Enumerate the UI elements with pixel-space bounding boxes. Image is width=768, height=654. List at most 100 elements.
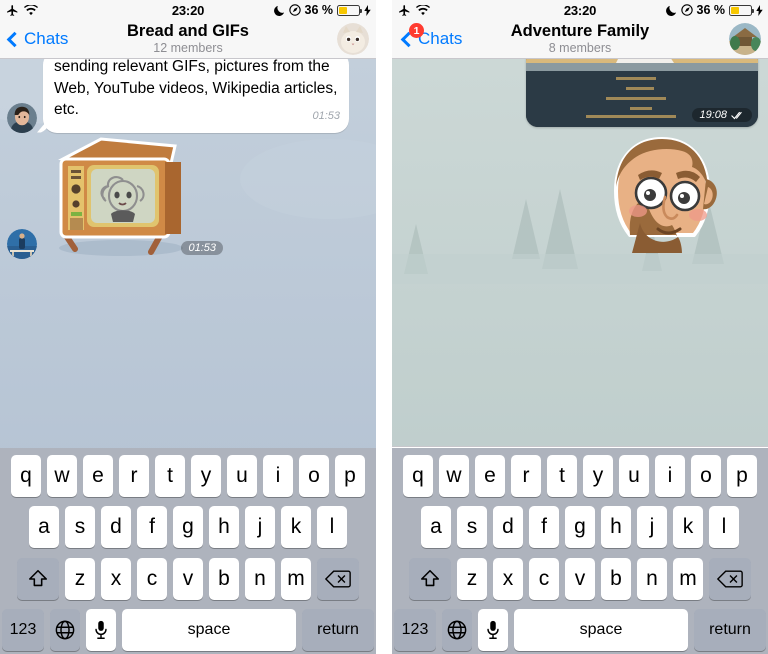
message-row-text: sending relevant GIFs, pictures from the… (7, 59, 349, 133)
keyboard-row-3: z x c v b n m (394, 557, 766, 600)
keyboard-row-1: q w e r t y u i o p (394, 455, 766, 497)
photo-time-label: 19:08 (699, 109, 727, 121)
key-t[interactable]: t (155, 455, 185, 497)
microphone-icon[interactable] (86, 608, 116, 651)
key-f[interactable]: f (529, 506, 559, 549)
key-q[interactable]: q (403, 455, 433, 497)
onscreen-keyboard-right[interactable]: q w e r t y u i o p a s d f g h j k l z … (392, 448, 768, 654)
key-o[interactable]: o (299, 455, 329, 497)
key-l[interactable]: l (317, 506, 347, 549)
key-p[interactable]: p (335, 455, 365, 497)
chat-avatar[interactable] (729, 23, 761, 55)
chat-avatar[interactable] (337, 23, 369, 55)
key-v[interactable]: v (173, 557, 203, 600)
key-u[interactable]: u (619, 455, 649, 497)
bearded-man-cartoon-sticker[interactable] (588, 131, 734, 253)
key-w[interactable]: w (47, 455, 77, 497)
space-key[interactable]: space (514, 608, 688, 651)
moon-icon (665, 4, 677, 16)
key-g[interactable]: g (565, 506, 595, 549)
backspace-key[interactable] (709, 557, 751, 600)
key-j[interactable]: j (637, 506, 667, 549)
key-i[interactable]: i (655, 455, 685, 497)
sticker-time: 01:53 (181, 241, 223, 255)
onscreen-keyboard[interactable]: q w e r t y u i o p a s d f g h j k l z … (0, 448, 376, 654)
panel-left-bread-and-gifs: 23:20 36 % Chats Bread and GIFs 12 membe… (0, 0, 376, 654)
key-z[interactable]: z (65, 557, 95, 600)
double-check-icon (731, 111, 745, 120)
key-d[interactable]: d (101, 506, 131, 549)
key-r[interactable]: r (511, 455, 541, 497)
return-key[interactable]: return (694, 608, 766, 651)
key-q[interactable]: q (11, 455, 41, 497)
battery-icon (337, 4, 363, 16)
charging-bolt-icon (364, 4, 371, 16)
key-m[interactable]: m (673, 557, 703, 600)
key-s[interactable]: s (457, 506, 487, 549)
key-h[interactable]: h (209, 506, 239, 549)
message-author-avatar[interactable] (7, 102, 37, 133)
key-j[interactable]: j (245, 506, 275, 549)
key-u[interactable]: u (227, 455, 257, 497)
backspace-key[interactable] (317, 557, 359, 600)
key-v[interactable]: v (565, 557, 595, 600)
key-b[interactable]: b (601, 557, 631, 600)
key-h[interactable]: h (601, 506, 631, 549)
back-button-label: Chats (24, 29, 69, 48)
key-x[interactable]: x (493, 557, 523, 600)
key-y[interactable]: y (583, 455, 613, 497)
back-to-chats-button[interactable]: Chats (6, 29, 68, 49)
key-y[interactable]: y (191, 455, 221, 497)
retro-tv-sticker[interactable]: 01:53 (43, 134, 223, 259)
keyboard-row-4: 123 space return (2, 608, 374, 651)
key-b[interactable]: b (209, 557, 239, 600)
message-row-sticker: 01:53 (7, 134, 223, 259)
back-button-label: Chats (418, 29, 463, 48)
battery-percent: 36 % (696, 3, 726, 17)
key-x[interactable]: x (101, 557, 131, 600)
key-c[interactable]: c (137, 557, 167, 600)
microphone-icon[interactable] (478, 608, 508, 651)
key-g[interactable]: g (173, 506, 203, 549)
key-l[interactable]: l (709, 506, 739, 549)
photo-time: 19:08 (692, 108, 752, 122)
shift-key[interactable] (17, 557, 59, 600)
back-to-chats-button[interactable]: 1 Chats (400, 23, 463, 49)
message-bubble[interactable]: sending relevant GIFs, pictures from the… (43, 59, 349, 133)
key-d[interactable]: d (493, 506, 523, 549)
keyboard-row-2: a s d f g h j k l (2, 506, 374, 549)
numbers-key[interactable]: 123 (394, 608, 436, 651)
status-bar-right: 36 % (273, 3, 372, 17)
key-z[interactable]: z (457, 557, 487, 600)
numbers-key[interactable]: 123 (2, 608, 44, 651)
key-p[interactable]: p (727, 455, 757, 497)
keyboard-row-1: q w e r t y u i o p (2, 455, 374, 497)
space-key[interactable]: space (122, 608, 296, 651)
return-key[interactable]: return (302, 608, 374, 651)
key-k[interactable]: k (281, 506, 311, 549)
key-r[interactable]: r (119, 455, 149, 497)
globe-icon[interactable] (442, 608, 472, 651)
key-s[interactable]: s (65, 506, 95, 549)
key-m[interactable]: m (281, 557, 311, 600)
key-i[interactable]: i (263, 455, 293, 497)
shift-key[interactable] (409, 557, 451, 600)
key-e[interactable]: e (83, 455, 113, 497)
key-f[interactable]: f (137, 506, 167, 549)
photo-message[interactable]: 19:08 (526, 59, 758, 127)
keyboard-row-2: a s d f g h j k l (394, 506, 766, 549)
key-n[interactable]: n (245, 557, 275, 600)
globe-icon[interactable] (50, 608, 80, 651)
sticker-author-avatar[interactable] (7, 229, 37, 259)
key-a[interactable]: a (421, 506, 451, 549)
key-o[interactable]: o (691, 455, 721, 497)
key-w[interactable]: w (439, 455, 469, 497)
key-a[interactable]: a (29, 506, 59, 549)
key-n[interactable]: n (637, 557, 667, 600)
key-c[interactable]: c (529, 557, 559, 600)
key-t[interactable]: t (547, 455, 577, 497)
key-k[interactable]: k (673, 506, 703, 549)
battery-percent: 36 % (304, 3, 334, 17)
key-e[interactable]: e (475, 455, 505, 497)
charging-bolt-icon (756, 4, 763, 16)
